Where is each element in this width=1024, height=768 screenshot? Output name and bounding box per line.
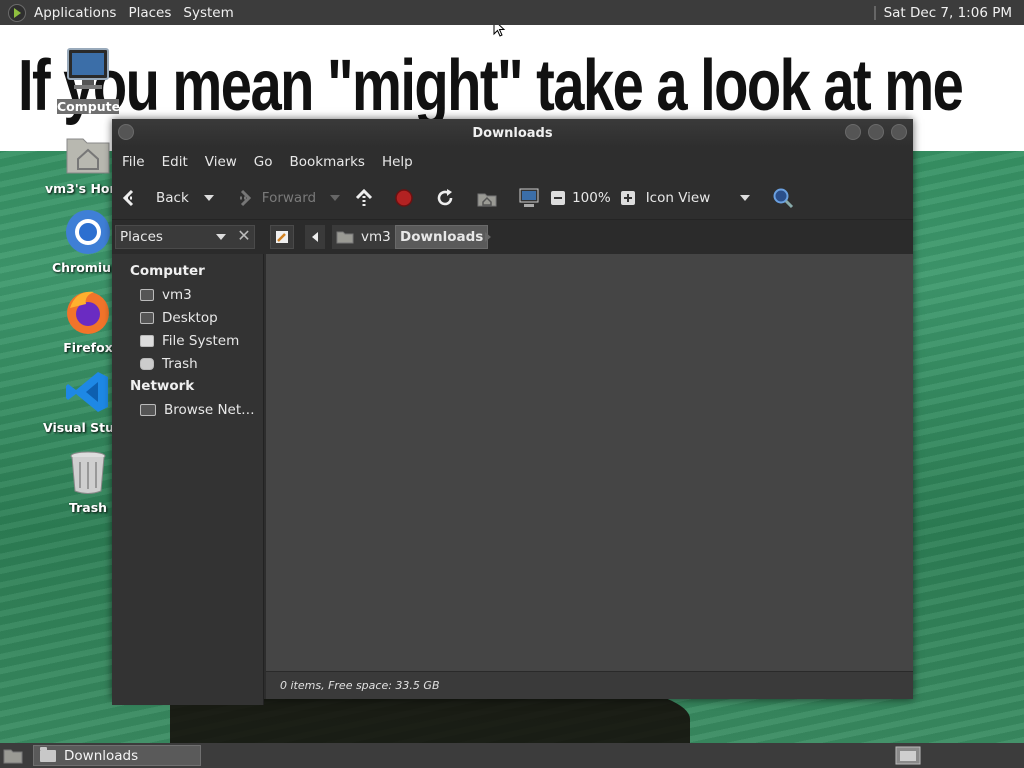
- pencil-icon: [276, 231, 288, 243]
- path-button-home[interactable]: vm3: [332, 225, 397, 249]
- menu-help[interactable]: Help: [376, 154, 419, 170]
- sidebar-item-trash[interactable]: Trash: [112, 352, 263, 375]
- menu-bookmarks[interactable]: Bookmarks: [284, 154, 371, 170]
- window-title: Downloads: [472, 126, 553, 141]
- network-icon: [140, 403, 156, 416]
- sidebar-heading-network: Network: [130, 378, 195, 394]
- back-arrow-icon: [122, 189, 134, 207]
- zoom-in-icon[interactable]: [620, 190, 636, 206]
- menu-edit[interactable]: Edit: [156, 154, 194, 170]
- chevron-right-icon: [485, 232, 491, 242]
- firefox-icon: [64, 288, 112, 336]
- mint-logo-icon[interactable]: [8, 3, 26, 22]
- sidebar-item-vm3[interactable]: vm3: [112, 283, 263, 306]
- places-sidebar: Computer vm3 Desktop File System Trash N…: [112, 254, 264, 705]
- close-button[interactable]: [891, 124, 907, 140]
- forward-arrow-icon: [239, 189, 251, 207]
- zoom-out-icon[interactable]: [550, 190, 566, 206]
- zoom-level: 100%: [572, 190, 611, 206]
- sidebar-item-label: Browse Net…: [164, 401, 255, 418]
- trash-icon: [140, 357, 154, 370]
- sidebar-item-file-system[interactable]: File System: [112, 329, 263, 352]
- sidebar-item-label: vm3: [162, 286, 192, 303]
- panel-separator: [873, 5, 876, 20]
- path-scroll-right-button[interactable]: [479, 225, 497, 249]
- home-folder-icon: [140, 288, 154, 301]
- desktop-icon-computer[interactable]: Computer: [43, 47, 133, 114]
- path-scroll-left-button[interactable]: [305, 225, 325, 249]
- reload-icon[interactable]: [435, 188, 455, 208]
- path-button-current[interactable]: Downloads: [395, 225, 489, 249]
- applications-menu[interactable]: Applications: [28, 5, 122, 21]
- sidebar-item-label: Trash: [162, 355, 198, 372]
- maximize-button[interactable]: [868, 124, 884, 140]
- back-label: Back: [156, 190, 189, 206]
- places-dropdown-icon: [216, 234, 226, 240]
- menu-bar: File Edit View Go Bookmarks Help: [112, 147, 913, 177]
- forward-button[interactable]: Forward: [228, 188, 316, 208]
- location-bar: Places ✕ vm3 Downloads: [112, 220, 913, 254]
- path-label: vm3: [361, 229, 391, 245]
- folder-icon: [40, 746, 56, 762]
- path-label: Downloads: [400, 229, 484, 245]
- view-mode-select[interactable]: Icon View: [646, 190, 750, 206]
- clock[interactable]: Sat Dec 7, 1:06 PM: [884, 5, 1024, 21]
- system-menu[interactable]: System: [177, 5, 239, 21]
- trash-icon: [64, 448, 112, 496]
- computer-icon[interactable]: [518, 188, 540, 208]
- home-icon[interactable]: [476, 188, 498, 208]
- top-panel: Applications Places System Sat Dec 7, 1:…: [0, 0, 1024, 25]
- file-view-area[interactable]: [266, 254, 913, 671]
- close-sidebar-icon[interactable]: ✕: [233, 225, 255, 249]
- back-button[interactable]: Back: [122, 188, 189, 208]
- sidebar-item-label: File System: [162, 332, 240, 349]
- show-desktop-icon[interactable]: [3, 747, 23, 764]
- bottom-panel: Downloads: [0, 743, 1024, 768]
- home-folder-icon: [64, 129, 112, 177]
- sidebar-item-browse-network[interactable]: Browse Net…: [112, 398, 263, 421]
- chevron-left-icon: [312, 232, 318, 242]
- up-arrow-icon[interactable]: [354, 188, 374, 208]
- sidebar-item-label: Desktop: [162, 309, 218, 326]
- banner-text: If you mean "might" take a look at me: [18, 46, 964, 126]
- edit-location-button[interactable]: [270, 225, 294, 249]
- back-history-dropdown-icon[interactable]: [203, 195, 214, 201]
- places-combo-label: Places: [120, 229, 163, 245]
- minimize-button[interactable]: [845, 124, 861, 140]
- window-titlebar[interactable]: Downloads: [112, 119, 913, 147]
- chromium-icon: [64, 208, 112, 256]
- home-folder-icon: [336, 231, 354, 244]
- toolbar: Back Forward 100% Icon View: [112, 177, 913, 220]
- desktop-folder-icon: [140, 311, 154, 324]
- sidebar-item-desktop[interactable]: Desktop: [112, 306, 263, 329]
- taskbar-button-downloads[interactable]: Downloads: [33, 745, 201, 766]
- forward-label: Forward: [261, 190, 317, 206]
- search-icon[interactable]: [772, 187, 794, 209]
- computer-icon: [64, 47, 112, 95]
- status-bar: 0 items, Free space: 33.5 GB: [266, 671, 913, 699]
- stop-icon[interactable]: [394, 188, 414, 208]
- drive-icon: [140, 334, 154, 347]
- file-manager-window[interactable]: Downloads File Edit View Go Bookmarks He…: [112, 119, 913, 705]
- vscode-icon: [64, 368, 112, 416]
- desktop-icon-label: Computer: [57, 99, 119, 114]
- mouse-cursor-icon: [493, 25, 506, 37]
- forward-history-dropdown-icon[interactable]: [330, 195, 341, 201]
- view-mode-label: Icon View: [645, 190, 711, 206]
- taskbar-button-label: Downloads: [64, 747, 139, 764]
- desktop[interactable]: If you mean "might" take a look at me Co…: [0, 25, 1024, 743]
- view-mode-dropdown-icon: [739, 195, 750, 201]
- places-menu[interactable]: Places: [122, 5, 177, 21]
- menu-go[interactable]: Go: [248, 154, 279, 170]
- workspace-switcher-icon[interactable]: [895, 746, 921, 765]
- menu-view[interactable]: View: [199, 154, 243, 170]
- menu-file[interactable]: File: [116, 154, 151, 170]
- sidebar-heading-computer: Computer: [130, 263, 205, 279]
